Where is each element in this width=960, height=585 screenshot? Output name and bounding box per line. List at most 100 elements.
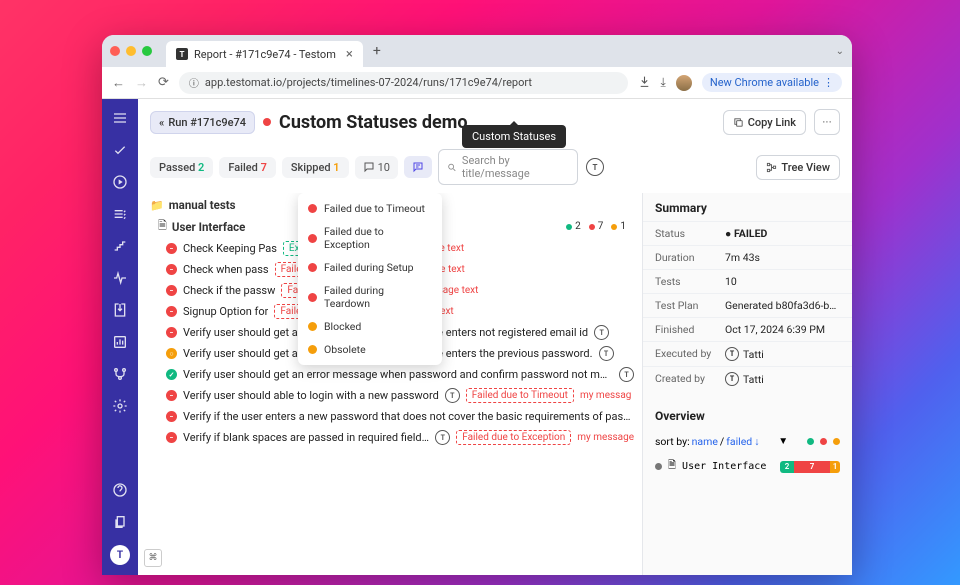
status-dot-icon: − [166, 306, 177, 317]
profile-avatar[interactable] [676, 75, 692, 91]
custom-statuses-tooltip: Custom Statuses [462, 125, 566, 148]
window-controls [110, 46, 152, 56]
tab-title: Report - #171c9e74 - Testom [194, 48, 336, 61]
status-badge: ● FAILED [725, 227, 840, 240]
dropdown-item[interactable]: Obsolete [298, 338, 442, 361]
analytics-icon[interactable] [111, 333, 129, 351]
dropdown-item[interactable]: Failed during Setup [298, 256, 442, 279]
back-button[interactable]: ← [112, 75, 125, 91]
download-icon[interactable]: ⤓ [661, 75, 666, 90]
close-tab-icon[interactable]: × [346, 47, 353, 62]
messages-count-button[interactable]: 10 [355, 156, 398, 179]
import-icon[interactable] [111, 301, 129, 319]
search-input[interactable]: Search by title/message [438, 149, 578, 185]
keyboard-shortcut-icon[interactable]: ⌘ [144, 549, 162, 567]
status-tag: Failed due to Exception [456, 430, 571, 445]
help-icon[interactable] [111, 481, 129, 499]
manual-icon: T [599, 346, 614, 361]
tree-view-button[interactable]: Tree View [756, 155, 840, 180]
test-name: Verify user should get an error message … [183, 368, 613, 381]
overview-item[interactable]: 🗎 User Interface 2 7 1 [643, 454, 852, 479]
check-icon[interactable] [111, 141, 129, 159]
dropdown-item[interactable]: Failed due to Timeout [298, 197, 442, 220]
files-icon[interactable] [111, 513, 129, 531]
test-name: Check Keeping Pas [183, 242, 277, 255]
reload-button[interactable]: ⟳ [158, 75, 169, 90]
sort-name-link[interactable]: name [692, 435, 718, 448]
maximize-window-button[interactable] [142, 46, 152, 56]
steps-icon[interactable] [111, 237, 129, 255]
status-dot-icon: ✓ [166, 369, 177, 380]
test-row[interactable]: ✓ Verify user should get an error message… [138, 364, 642, 385]
url-input[interactable]: ⓘ app.testomat.io/projects/timelines-07-… [179, 72, 628, 94]
filter-icon[interactable]: ▼ [778, 436, 788, 447]
dropdown-item[interactable]: Failed due to Exception [298, 220, 442, 256]
url-text: app.testomat.io/projects/timelines-07-20… [205, 76, 532, 89]
test-name: Verify user should able to login with a … [183, 389, 439, 402]
address-bar: ← → ⟳ ⓘ app.testomat.io/projects/timelin… [102, 67, 852, 99]
tabs-dropdown-icon[interactable]: ⌄ [836, 46, 844, 57]
install-icon[interactable] [638, 75, 651, 91]
menu-icon[interactable] [111, 109, 129, 127]
sort-failed-link[interactable]: failed [726, 435, 752, 448]
skipped-filter[interactable]: Skipped 1 [282, 157, 349, 178]
branch-icon[interactable] [111, 365, 129, 383]
folder-icon: 📁 [150, 199, 164, 212]
update-chrome-button[interactable]: New Chrome available⋮ [702, 73, 842, 92]
close-window-button[interactable] [110, 46, 120, 56]
custom-status-dropdown: Failed due to Timeout Failed due to Exce… [298, 193, 442, 365]
test-row[interactable]: −Verify if the user enters a new passwor… [138, 406, 642, 427]
new-tab-button[interactable]: + [373, 43, 381, 59]
test-message: my message [577, 432, 634, 443]
test-name: Signup Option for [183, 305, 268, 318]
summary-title: Summary [643, 193, 852, 221]
file-legend: 2 7 1 [566, 221, 626, 232]
status-tag: Failed due to Timeout [466, 388, 574, 403]
app-logo-icon[interactable]: T [110, 545, 130, 565]
passed-filter[interactable]: Passed 2 [150, 157, 213, 178]
status-dot-icon [263, 118, 271, 126]
list-icon[interactable] [111, 205, 129, 223]
manual-icon: T [594, 325, 609, 340]
play-icon[interactable] [111, 173, 129, 191]
copy-link-button[interactable]: Copy Link [723, 110, 806, 135]
user-icon: T [725, 372, 739, 386]
test-name: Check when pass [183, 263, 269, 276]
folder-name[interactable]: manual tests [169, 198, 236, 212]
status-dot-icon: − [166, 285, 177, 296]
tab-favicon: T [176, 48, 188, 60]
test-row[interactable]: −Verify if blank spaces are passed in re… [138, 427, 642, 448]
user-icon: T [725, 347, 739, 361]
browser-tab-bar: T Report - #171c9e74 - Testom × + ⌄ [102, 35, 852, 67]
test-message: my messag [580, 390, 631, 401]
gear-icon[interactable] [111, 397, 129, 415]
search-placeholder: Search by title/message [462, 154, 569, 180]
page-title: Custom Statuses demo [279, 112, 467, 133]
file-icon: 🗎 [158, 217, 167, 236]
failed-filter[interactable]: Failed 7 [219, 157, 276, 178]
dropdown-item[interactable]: Blocked [298, 315, 442, 338]
manual-icon: T [445, 388, 460, 403]
status-dot-icon: − [166, 432, 177, 443]
forward-button[interactable]: → [135, 75, 148, 91]
minimize-window-button[interactable] [126, 46, 136, 56]
overview-legend [807, 438, 840, 445]
overview-title: Overview [643, 401, 852, 429]
dropdown-item[interactable]: Failed during Teardown [298, 279, 442, 315]
status-dot-icon: − [166, 243, 177, 254]
manual-test-icon[interactable]: T [586, 158, 604, 176]
test-name: Verify if the user enters a new password… [183, 410, 634, 423]
more-actions-button[interactable]: ··· [814, 109, 840, 135]
pulse-icon[interactable] [111, 269, 129, 287]
custom-status-button[interactable] [404, 156, 432, 178]
test-row[interactable]: −Verify user should able to login with a… [138, 385, 642, 406]
test-name: Verify if blank spaces are passed in req… [183, 431, 429, 444]
status-dot-icon: − [166, 390, 177, 401]
test-name: Check if the passw [183, 284, 275, 297]
back-to-run-button[interactable]: « Run #171c9e74 [150, 111, 255, 134]
browser-tab[interactable]: T Report - #171c9e74 - Testom × [166, 41, 363, 67]
status-dot-icon: ○ [166, 348, 177, 359]
site-info-icon[interactable]: ⓘ [189, 75, 199, 90]
test-plan-link[interactable]: Generated b80fa3d6-bd80-4d10-... [725, 299, 840, 312]
filter-toolbar: Passed 2 Failed 7 Skipped 1 10 Search by… [138, 145, 852, 193]
